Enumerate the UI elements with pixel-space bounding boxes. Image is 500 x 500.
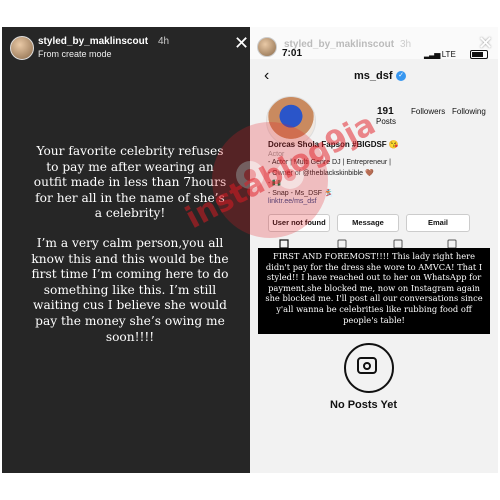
story-time: 3h (400, 39, 412, 50)
signal-icon: ▂▃▅ LTE (424, 50, 456, 59)
no-posts-label: No Posts Yet (330, 399, 398, 411)
bio-link[interactable]: linktr.ee/ms_dsf (268, 198, 317, 205)
status-time: 7:01 (282, 48, 303, 59)
avatar[interactable] (257, 37, 277, 57)
camera-icon (357, 357, 377, 374)
followers-label[interactable]: Followers (411, 107, 445, 116)
following-label[interactable]: Following (452, 107, 486, 116)
story-time: 4h (158, 36, 170, 47)
video-icon (393, 239, 403, 248)
message-button[interactable]: Message (337, 214, 399, 232)
avatar[interactable] (10, 36, 34, 60)
profile-handle: ms_dsf (354, 70, 393, 82)
close-icon[interactable]: ✕ (234, 34, 249, 52)
email-button[interactable]: Email (406, 214, 470, 232)
battery-icon (470, 50, 488, 59)
tagged-icon (447, 239, 457, 248)
story-subtitle: From create mode (38, 49, 112, 59)
posts-count: 191 (377, 106, 394, 117)
reels-icon (337, 239, 347, 248)
profile-tabs (279, 239, 457, 248)
grid-icon (279, 239, 289, 248)
verified-icon: ✓ (396, 71, 406, 81)
story-text: Your favorite celebrity refuses to pay m… (30, 144, 230, 359)
story-username[interactable]: styled_by_maklinscout (38, 36, 148, 47)
story-paragraph: I’m a very calm person,you all know this… (31, 235, 229, 344)
posts-label: Posts (376, 117, 397, 126)
network-label: LTE (441, 50, 456, 59)
back-icon[interactable]: ‹ (264, 67, 269, 85)
user-not-found-button[interactable]: User not found (268, 214, 330, 232)
notice-text: FIRST AND FOREMOST!!!! This lady right h… (265, 251, 483, 325)
